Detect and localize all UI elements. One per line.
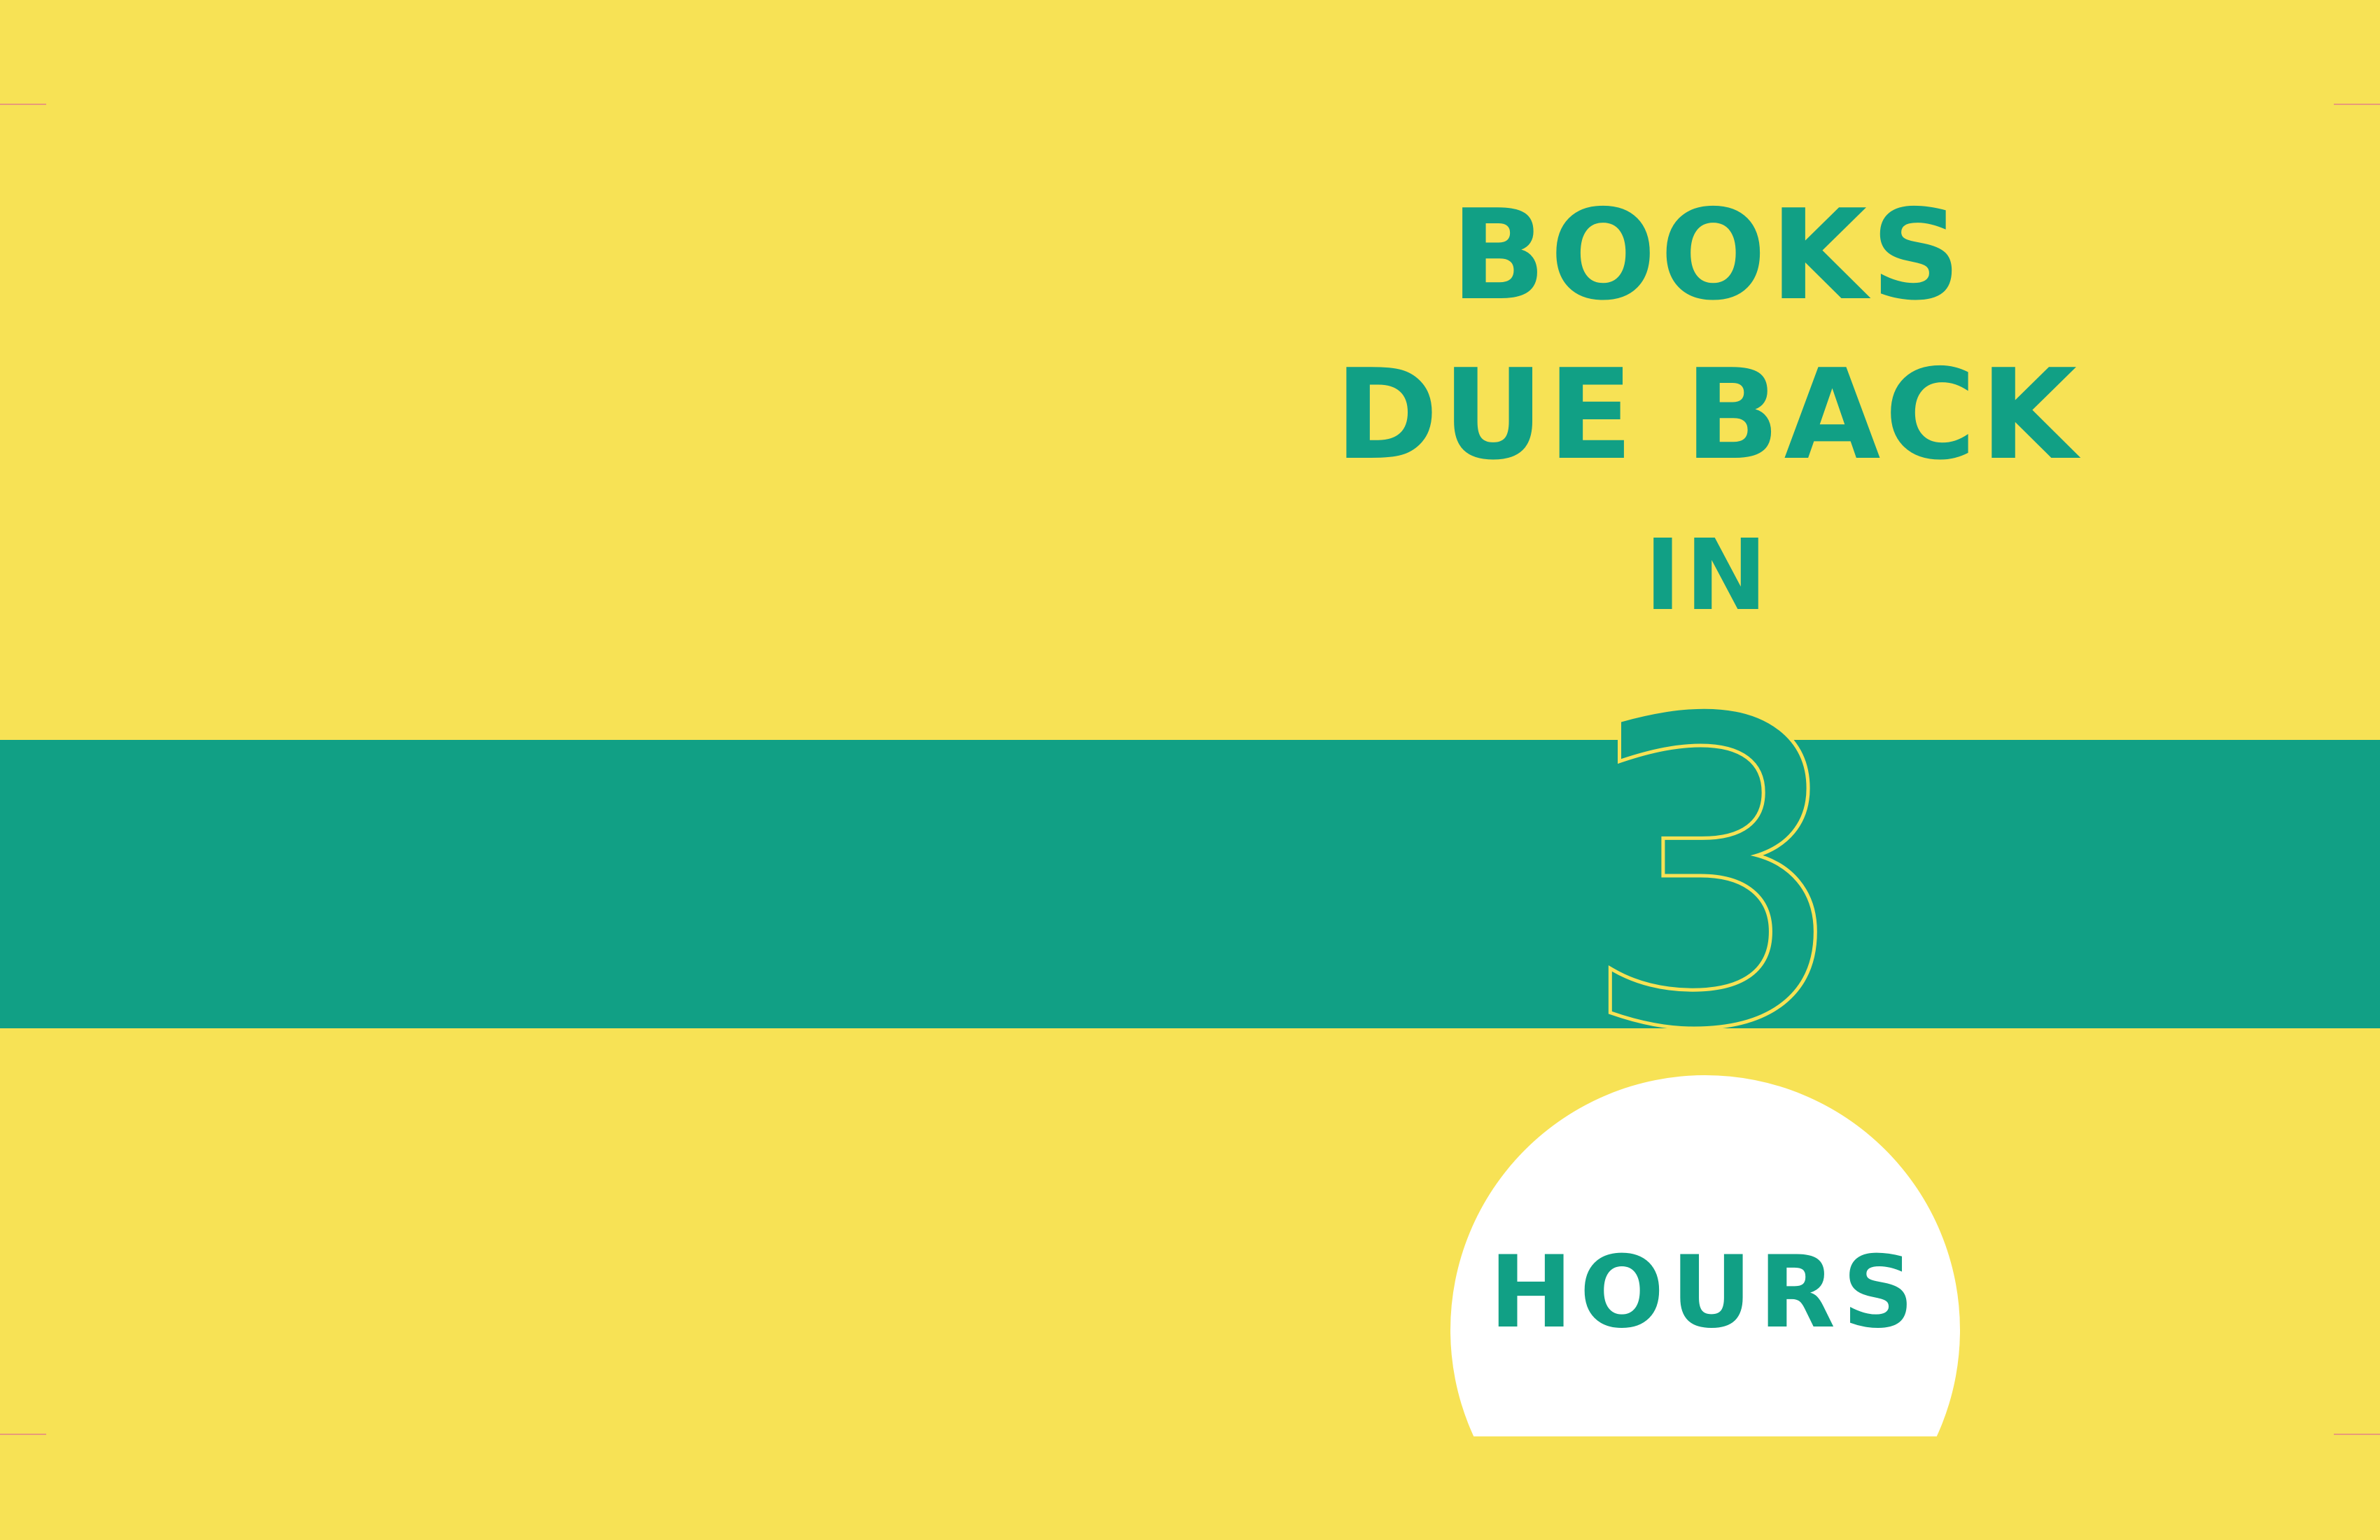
hours-label: HOURS — [1489, 1235, 1921, 1350]
poster-canvas: BOOKS DUE BACK IN 3 HOURS — [0, 0, 2380, 1540]
crop-mark-bottom-left — [0, 1434, 46, 1435]
headline-line-due-back: DUE BACK — [1335, 342, 2081, 487]
hours-badge: HOURS — [1450, 1075, 1960, 1436]
headline: BOOKS DUE BACK IN — [1071, 183, 2345, 633]
headline-line-books: BOOKS — [1450, 183, 1966, 328]
crop-mark-bottom-right — [2334, 1434, 2380, 1435]
teal-band — [0, 740, 2380, 1028]
crop-mark-top-right — [2334, 104, 2380, 105]
headline-line-in: IN — [1644, 519, 1772, 633]
crop-mark-top-left — [0, 104, 46, 105]
